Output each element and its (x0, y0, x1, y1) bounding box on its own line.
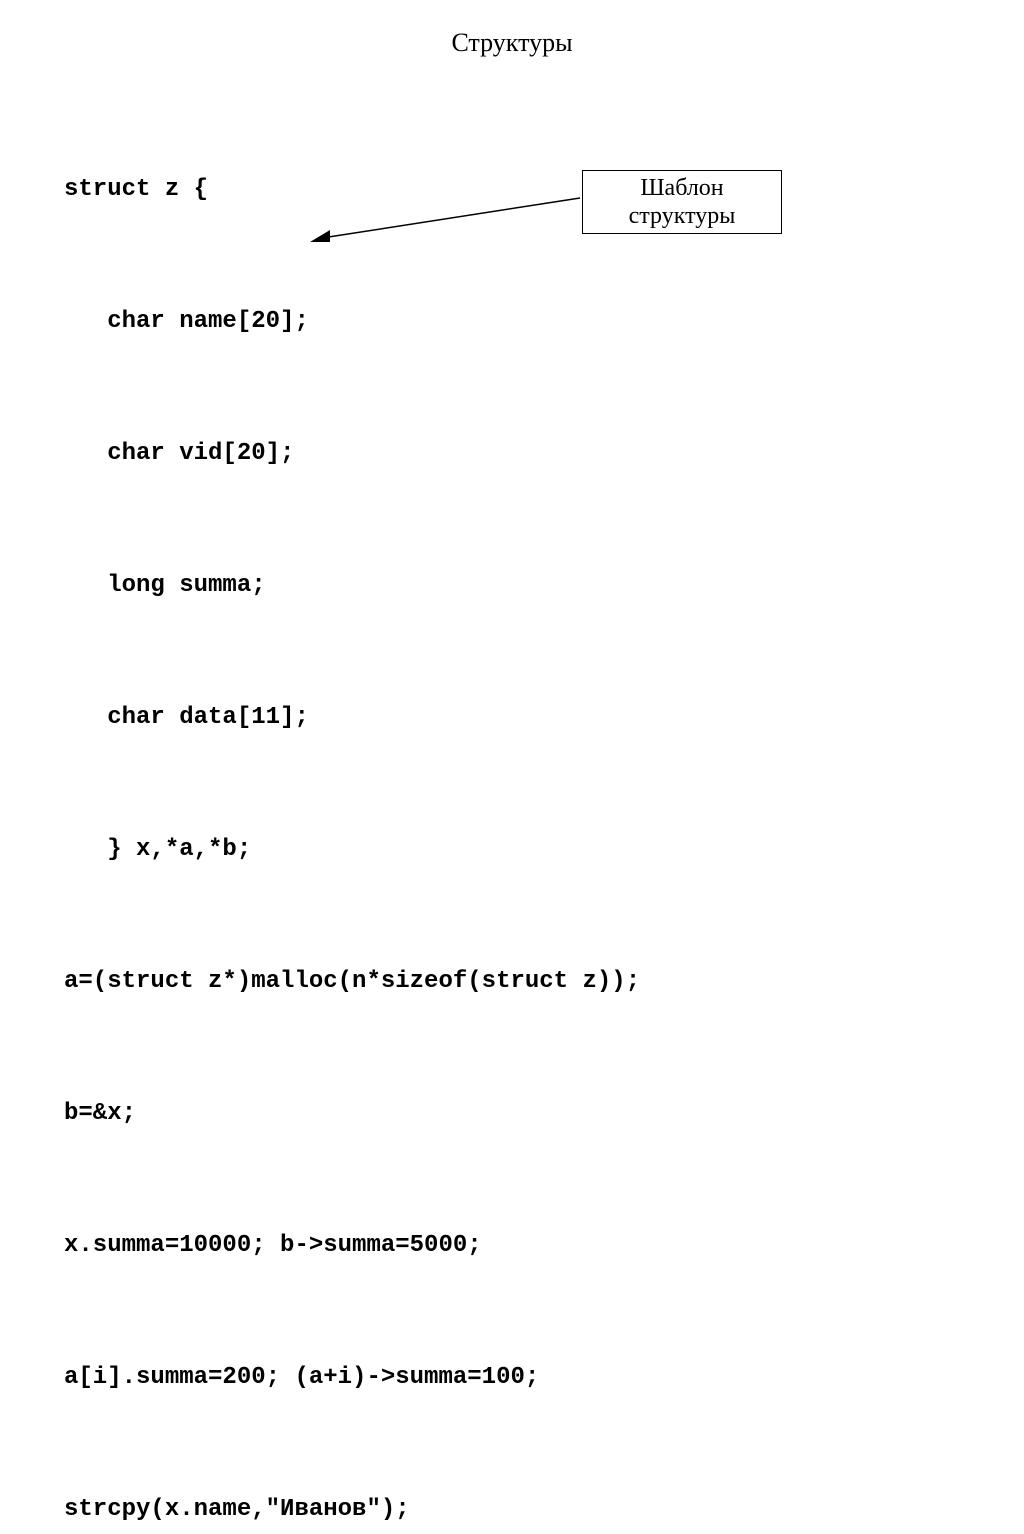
annotation-line: структуры (629, 202, 736, 230)
code-line: } x,*a,*b; (64, 828, 640, 872)
code-line: x.summa=10000; b->summa=5000; (64, 1224, 640, 1268)
annotation-line: Шаблон (640, 174, 723, 202)
code-line: long summa; (64, 564, 640, 608)
code-line: char name[20]; (64, 300, 640, 344)
code-line: char data[11]; (64, 696, 640, 740)
code-line: char vid[20]; (64, 432, 640, 476)
annotation-box: Шаблон структуры (582, 170, 782, 234)
code-line: a=(struct z*)malloc(n*sizeof(struct z)); (64, 960, 640, 1004)
code-line: a[i].summa=200; (a+i)->summa=100; (64, 1356, 640, 1400)
page-title: Структуры (0, 28, 1024, 58)
code-line: b=&x; (64, 1092, 640, 1136)
code-line: struct z { (64, 168, 640, 212)
code-block: struct z { char name[20]; char vid[20]; … (64, 80, 640, 1534)
code-line: strcpy(x.name,"Иванов"); (64, 1488, 640, 1532)
